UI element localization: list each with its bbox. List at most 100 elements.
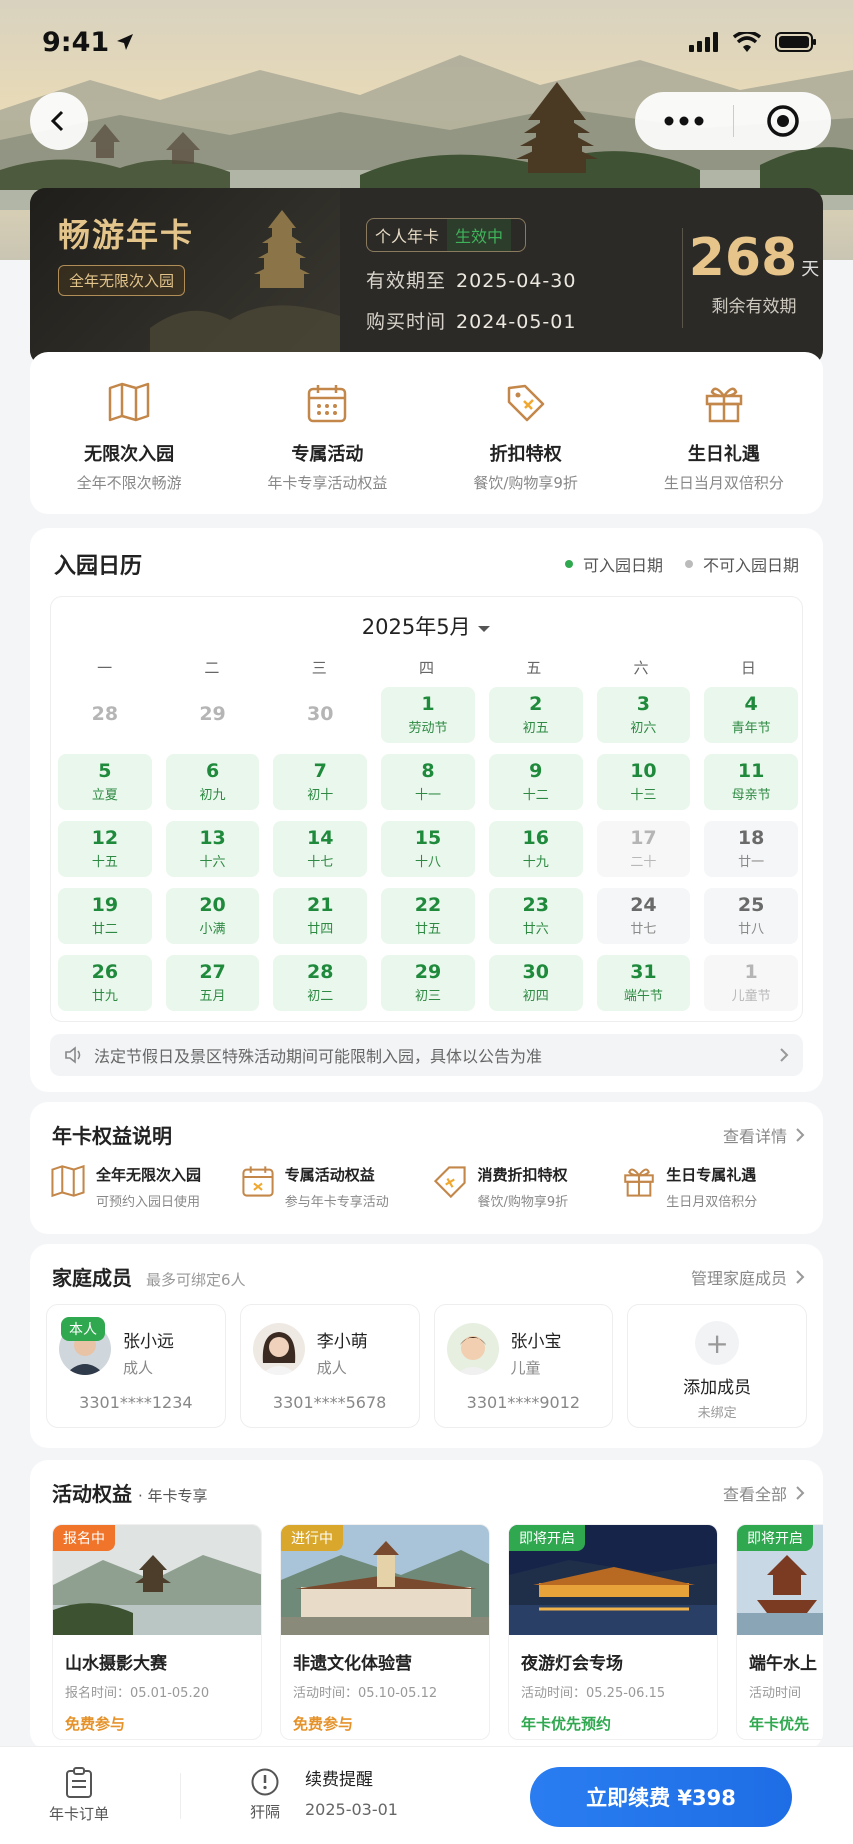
day-number: 15 (414, 827, 442, 849)
day-number: 30 (522, 961, 549, 983)
activity-status-badge: 即将开启 (509, 1525, 585, 1551)
calendar-day-cell[interactable]: 27 五月 (165, 955, 260, 1011)
benefit-sub: 餐饮/购物享9折 (473, 474, 578, 492)
day-lunar-label: 劳动节 (408, 721, 448, 736)
day-lunar-label: 初五 (522, 721, 549, 736)
rights-item[interactable]: 消费折扣特权 餐饮/购物享9折 (432, 1164, 623, 1210)
rights-item-title: 消费折扣特权 (477, 1166, 568, 1184)
day-number: 21 (307, 894, 334, 916)
calendar-day-cell[interactable]: 6 初九 (165, 754, 260, 810)
day-number: 24 (630, 894, 657, 916)
tab-reminder-label: 犴隔 (249, 1803, 280, 1821)
day-number: 20 (199, 894, 226, 916)
activity-time: 活动时间：05.10-05.12 (293, 1686, 438, 1701)
weekday-label: 日 (740, 659, 756, 677)
status-time: 9:41 (42, 27, 135, 58)
add-member-label: 添加成员 (683, 1378, 752, 1398)
purchase-row: 购买时间 2024-05-01 (366, 307, 576, 334)
activity-price: 年卡优先预约 (521, 1715, 612, 1733)
weekday-label: 一 (97, 659, 113, 677)
member-card[interactable]: 本人 张小远 成人 3301****1234 (46, 1304, 226, 1428)
day-number: 2 (529, 693, 543, 715)
activity-card[interactable]: 进行中 非遗文化体验营 活动时间：05.10-05.12 免费参与 (280, 1524, 490, 1740)
map-icon (51, 1164, 85, 1198)
avatar (252, 1323, 305, 1375)
pass-title: 畅游年卡 (58, 216, 195, 254)
calendar-day-cell[interactable]: 8 十一 (381, 754, 475, 810)
view-all-link[interactable]: 查看全部 (723, 1481, 805, 1505)
calendar-day-cell[interactable]: 22 廿五 (381, 888, 475, 944)
calendar-day-cell[interactable]: 10 十三 (596, 754, 691, 810)
rights-item[interactable]: 全年无限次入园 可预约入园日使用 (50, 1164, 241, 1210)
calendar-day-cell[interactable]: 30 初四 (488, 955, 583, 1011)
member-role: 成人 (316, 1359, 347, 1377)
renew-button[interactable]: 立即续费 ¥398 (530, 1767, 792, 1827)
calendar-day-cell[interactable]: 28 初二 (273, 955, 368, 1011)
calendar-day-cell[interactable]: 15 十八 (381, 821, 475, 877)
day-lunar-label: 小满 (199, 922, 226, 937)
calendar-day-cell: 25 廿八 (704, 888, 798, 944)
calendar-day-cell[interactable]: 3 初六 (596, 687, 691, 743)
benefit-item-birthday[interactable]: 生日礼遇 生日当月双倍积分 (625, 382, 823, 514)
calendar-day-cell[interactable]: 31 端午节 (596, 955, 691, 1011)
add-member-button[interactable]: + 添加成员 未绑定 (627, 1304, 807, 1428)
activity-price: 免费参与 (65, 1715, 126, 1733)
tab-orders[interactable]: 年卡订单 (44, 1767, 114, 1824)
calendar-day-cell[interactable]: 16 十九 (488, 821, 583, 877)
calendar-day-cell[interactable]: 13 十六 (165, 821, 260, 877)
activity-card[interactable]: 即将开启 端午水上 活动时间 年卡优先 (736, 1524, 823, 1740)
calendar-icon (308, 385, 347, 423)
day-lunar-label: 五月 (199, 989, 226, 1004)
benefit-title: 生日礼遇 (687, 444, 760, 465)
pass-info: 个人年卡 生效中 有效期至 2025-04-30 购买时间 2024-05-01 (366, 218, 576, 334)
day-number: 6 (205, 760, 220, 782)
back-button[interactable] (30, 92, 88, 150)
close-button[interactable] (734, 104, 831, 138)
day-lunar-label: 儿童节 (731, 989, 771, 1004)
calendar-day-cell[interactable]: 5 立夏 (58, 754, 152, 810)
calendar-day-cell[interactable]: 1 劳动节 (381, 687, 475, 743)
calendar-day-cell[interactable]: 11 母亲节 (704, 754, 798, 810)
day-number: 29 (199, 703, 226, 725)
rights-item[interactable]: 专属活动权益 参与年卡专享活动 (241, 1164, 432, 1210)
benefit-item-discount[interactable]: 折扣特权 餐饮/购物享9折 (427, 382, 625, 514)
calendar-day-cell[interactable]: 23 廿六 (488, 888, 583, 944)
calendar-day-cell: 28 (58, 687, 152, 743)
day-lunar-label: 初九 (199, 788, 226, 803)
benefit-item-unlimited[interactable]: 无限次入园 全年不限次畅游 (30, 382, 228, 514)
entry-calendar: 入园日历 可入园日期 不可入园日期 2025年5月 一 二 三 四 五 六 日 … (30, 528, 823, 1092)
tab-reminder[interactable]: 犴隔 (240, 1767, 290, 1822)
activity-card[interactable]: 即将开启 夜游灯会专场 活动时间：05.25-06.15 年卡优先预约 (508, 1524, 718, 1740)
day-lunar-label: 端午节 (623, 989, 663, 1004)
pass-tag: 全年无限次入园 (58, 265, 186, 296)
month-selector[interactable]: 2025年5月 (51, 611, 802, 641)
pass-divider (682, 228, 683, 328)
benefit-title: 无限次入园 (84, 444, 175, 465)
calendar-notice[interactable]: 法定节假日及景区特殊活动期间可能限制入园，具体以公告为准 (50, 1034, 803, 1076)
calendar-day-cell[interactable]: 19 廿二 (58, 888, 152, 944)
calendar-day-cell[interactable]: 20 小满 (165, 888, 260, 944)
calendar-day-cell[interactable]: 2 初五 (488, 687, 583, 743)
activity-card[interactable]: 报名中 山水摄影大赛 报名时间：05.01-05.20 免费参与 (52, 1524, 262, 1740)
member-card[interactable]: 张小宝 儿童 3301****9012 (433, 1304, 614, 1428)
calendar-day-cell[interactable]: 9 十二 (488, 754, 583, 810)
calendar-day-cell[interactable]: 29 初三 (381, 955, 475, 1011)
benefit-item-activities[interactable]: 专属活动 年卡专享活动权益 (228, 382, 426, 514)
rights-item[interactable]: 生日专属礼遇 生日月双倍积分 (622, 1164, 813, 1210)
member-card[interactable]: 李小萌 成人 3301****5678 (239, 1304, 420, 1428)
more-button[interactable] (635, 116, 733, 126)
calendar-day-cell[interactable]: 4 青年节 (704, 687, 798, 743)
calendar-day-cell[interactable]: 12 十五 (58, 821, 152, 877)
manage-family-link[interactable]: 管理家庭成员 (691, 1265, 805, 1289)
calendar-day-cell: 18 廿一 (704, 821, 798, 877)
calendar-legend: 可入园日期 不可入园日期 (564, 552, 799, 576)
activity-title: 夜游灯会专场 (521, 1654, 623, 1674)
calendar-day-cell[interactable]: 26 廿九 (58, 955, 152, 1011)
family-hint: 最多可绑定6人 (146, 1271, 246, 1289)
day-number: 1 (744, 961, 758, 983)
day-lunar-label: 十五 (91, 855, 118, 870)
rights-detail-link[interactable]: 查看详情 (723, 1123, 805, 1147)
calendar-day-cell[interactable]: 7 初十 (273, 754, 368, 810)
calendar-day-cell[interactable]: 21 廿四 (273, 888, 368, 944)
calendar-day-cell[interactable]: 14 十七 (273, 821, 368, 877)
